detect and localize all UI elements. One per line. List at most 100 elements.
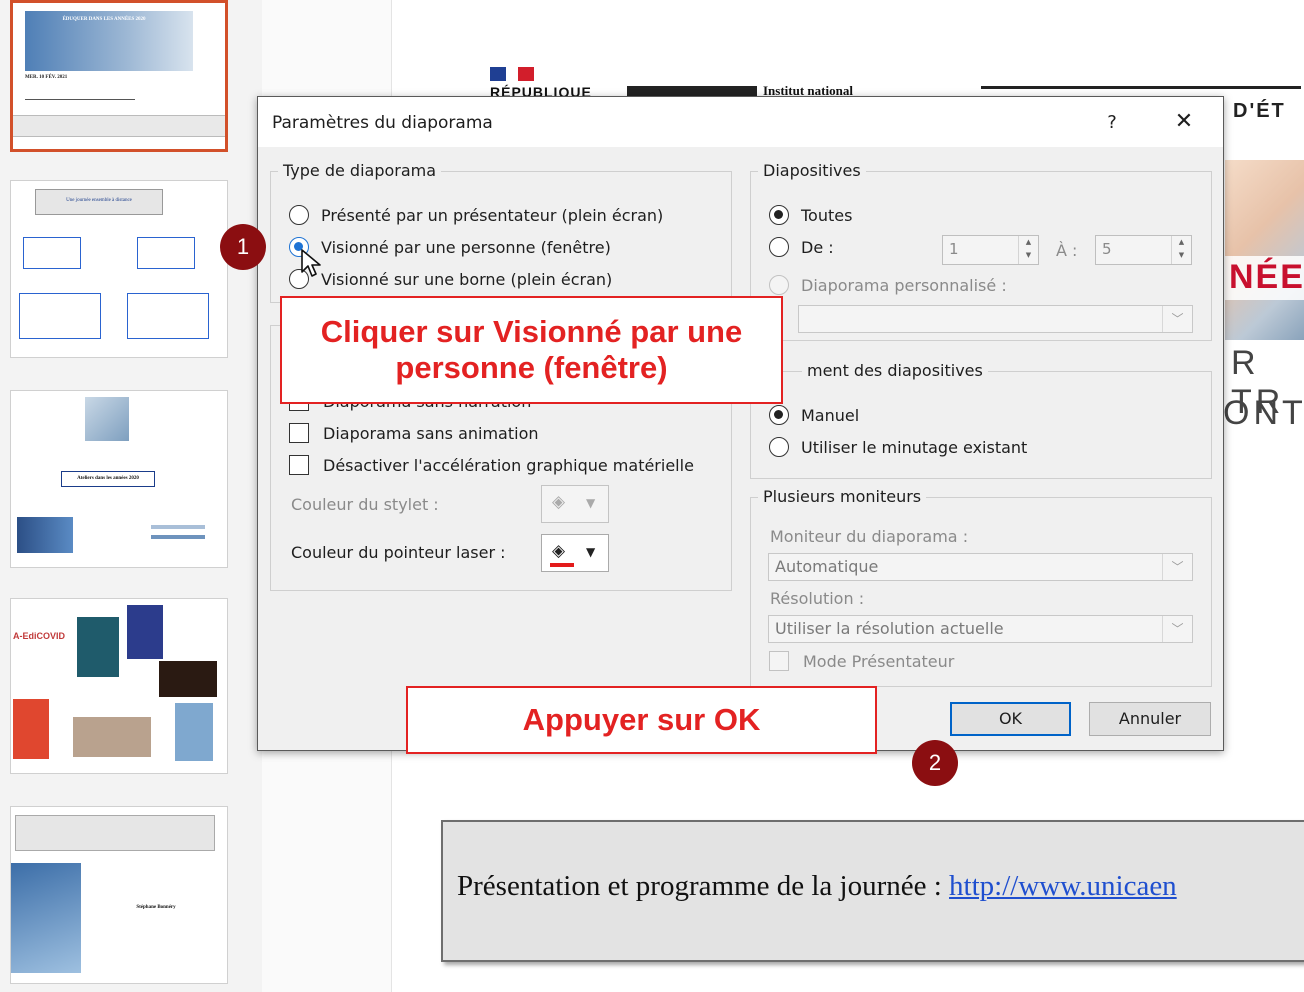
- radio-all-slides-label: Toutes: [801, 205, 853, 225]
- radio-custom-show-label: Diaporama personnalisé :: [801, 275, 1007, 295]
- radio-all-slides[interactable]: Toutes: [769, 205, 852, 225]
- thumb4-cover-d: [13, 699, 49, 759]
- radio-presented-by-speaker[interactable]: Présenté par un présentateur (plein écra…: [289, 205, 663, 225]
- slide-thumbnail-pane: ÉDUQUER DANS LES ANNÉES 2020 MER. 10 FÉV…: [0, 0, 262, 992]
- multiple-monitors-group-title: Plusieurs moniteurs: [758, 487, 927, 506]
- thumb2-box-d: [127, 293, 209, 339]
- presentation-footer-label: Présentation et programme de la journée …: [457, 870, 950, 902]
- radio-browsed-at-kiosk[interactable]: Visionné sur une borne (plein écran): [289, 269, 612, 289]
- help-icon[interactable]: ?: [1098, 109, 1126, 137]
- header-rule: [981, 86, 1301, 89]
- slide-thumbnail-4[interactable]: A-EdiCOVID: [10, 598, 228, 774]
- checkbox-disable-hw-accel[interactable]: Désactiver l'accélération graphique maté…: [289, 455, 694, 475]
- checkbox-presenter-view: Mode Présentateur: [769, 651, 954, 671]
- radio-slide-range-label: De :: [801, 237, 834, 257]
- radio-all-slides-dot[interactable]: [769, 205, 789, 225]
- thumb3-photo: [85, 397, 129, 441]
- checkbox-no-animation[interactable]: Diaporama sans animation: [289, 423, 539, 443]
- radio-browsed-by-individual-label: Visionné par une personne (fenêtre): [321, 237, 611, 257]
- thumb1-divider: [25, 99, 135, 100]
- radio-presented-by-speaker-dot[interactable]: [289, 205, 309, 225]
- laser-color-picker[interactable]: ◈ ▼: [541, 534, 609, 572]
- checkbox-disable-hw-accel-box[interactable]: [289, 455, 309, 475]
- radio-manual-advance-label: Manuel: [801, 405, 860, 425]
- monitor-select: Automatique ﹀: [768, 553, 1193, 581]
- thumb4-label: A-EdiCOVID: [13, 631, 66, 641]
- thumb4-cover-b: [127, 605, 163, 659]
- laser-color-swatch: [550, 563, 574, 567]
- thumb1-footer-bar: [13, 115, 225, 137]
- mouse-pointer-icon: [301, 249, 321, 277]
- chevron-down-icon: ﹀: [1162, 554, 1192, 580]
- instruction-callout-2: Appuyer sur OK: [406, 686, 877, 754]
- radio-manual-advance[interactable]: Manuel: [769, 405, 859, 425]
- thumb3-title: Ateliers dans les années 2020: [77, 476, 139, 481]
- step-badge-1: 1: [220, 224, 266, 270]
- custom-show-select: ﹀: [798, 305, 1193, 333]
- thumb4-cover-a: [77, 617, 119, 677]
- monitor-label: Moniteur du diaporama :: [770, 527, 969, 546]
- thumb5-header-box: [15, 815, 215, 851]
- dialog-titlebar: Paramètres du diaporama ? ✕: [258, 97, 1223, 147]
- radio-custom-show-dot: [769, 275, 789, 295]
- child-photo: [1225, 160, 1304, 340]
- pen-color-picker: ◈ ▼: [541, 485, 609, 523]
- checkbox-disable-hw-accel-label: Désactiver l'accélération graphique maté…: [323, 455, 694, 475]
- chevron-down-icon: ﹀: [1162, 616, 1192, 642]
- slide-thumbnail-1[interactable]: ÉDUQUER DANS LES ANNÉES 2020 MER. 10 FÉV…: [10, 0, 228, 152]
- instruction-callout-1: Cliquer sur Visionné par une personne (f…: [280, 296, 783, 404]
- radio-presented-by-speaker-label: Présenté par un présentateur (plein écra…: [321, 205, 664, 225]
- dialog-title: Paramètres du diaporama: [272, 113, 493, 133]
- to-slide-label: À :: [1056, 241, 1078, 260]
- to-slide-stepper: 5 ▲ ▼: [1095, 235, 1192, 265]
- radio-browsed-at-kiosk-label: Visionné sur une borne (plein écran): [321, 269, 613, 289]
- republique-flag-logo: [490, 66, 538, 81]
- radio-browsed-by-individual[interactable]: Visionné par une personne (fenêtre): [289, 237, 611, 257]
- to-slide-value: 5: [1102, 240, 1112, 258]
- radio-use-timings-label: Utiliser le minutage existant: [801, 437, 1028, 457]
- thumb1-headline: ÉDUQUER DANS LES ANNÉES 2020: [62, 17, 146, 22]
- presentation-footer-text: Présentation et programme de la journée …: [457, 870, 1177, 903]
- from-slide-value: 1: [949, 240, 959, 258]
- thumb4-cover-e: [73, 717, 151, 757]
- cancel-button[interactable]: Annuler: [1089, 702, 1211, 736]
- close-icon[interactable]: ✕: [1170, 109, 1198, 137]
- slide-heading-fragment: D'ÉT: [1233, 100, 1286, 122]
- thumb2-box-c: [19, 293, 101, 339]
- paint-bucket-icon: ◈: [552, 492, 566, 512]
- paint-bucket-icon: ◈: [552, 541, 566, 561]
- radio-slide-range[interactable]: De :: [769, 237, 834, 257]
- thumb3-chart: [151, 517, 205, 557]
- thumb2-box-a: [23, 237, 81, 269]
- radio-slide-range-dot[interactable]: [769, 237, 789, 257]
- advance-slides-group: [750, 371, 1212, 479]
- slide-thumbnail-2[interactable]: Une journée ensemble à distance: [10, 180, 228, 358]
- thumb4-cover-f: [175, 703, 213, 761]
- radio-manual-advance-dot[interactable]: [769, 405, 789, 425]
- monitor-select-value: Automatique: [775, 557, 879, 576]
- show-type-group-title: Type de diaporama: [278, 161, 442, 180]
- checkbox-no-animation-label: Diaporama sans animation: [323, 423, 539, 443]
- presentation-footer-box: Présentation et programme de la journée …: [441, 820, 1304, 962]
- radio-use-timings-dot[interactable]: [769, 437, 789, 457]
- checkbox-presenter-view-box: [769, 651, 789, 671]
- thumb2-box-b: [137, 237, 195, 269]
- thumb3-screenshot: [17, 517, 73, 553]
- from-slide-stepper: 1 ▲ ▼: [942, 235, 1039, 265]
- thumb4-cover-c: [159, 661, 217, 697]
- thumb5-author: Stéphane Bonnéry: [136, 905, 176, 910]
- slide-thumbnail-5[interactable]: Stéphane Bonnéry: [10, 806, 228, 984]
- ok-button[interactable]: OK: [950, 702, 1071, 736]
- advance-slides-group-title: ment des diapositives: [802, 361, 988, 380]
- checkbox-presenter-view-label: Mode Présentateur: [803, 651, 955, 671]
- chevron-down-icon: ▼: [586, 545, 596, 559]
- slides-range-group-title: Diapositives: [758, 161, 866, 180]
- slide-subtitle-fragment-2: ONT: [1223, 394, 1304, 432]
- thumb1-date: MER. 10 FÉV. 2021: [25, 75, 68, 80]
- checkbox-no-animation-box[interactable]: [289, 423, 309, 443]
- step-badge-2: 2: [912, 740, 958, 786]
- radio-custom-show: Diaporama personnalisé :: [769, 275, 1007, 295]
- presentation-link[interactable]: http://www.unicaen: [949, 870, 1177, 902]
- slide-thumbnail-3[interactable]: Ateliers dans les années 2020: [10, 390, 228, 568]
- radio-use-timings[interactable]: Utiliser le minutage existant: [769, 437, 1027, 457]
